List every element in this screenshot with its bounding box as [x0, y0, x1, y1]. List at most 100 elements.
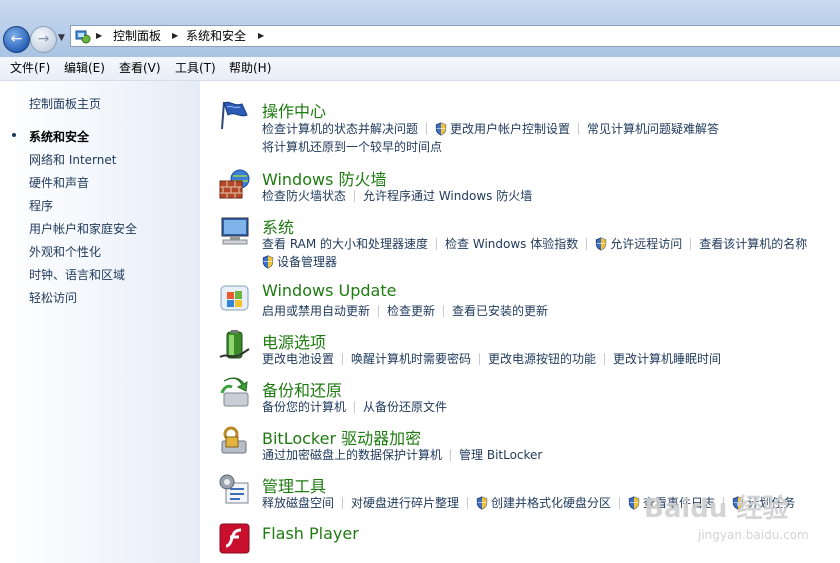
task-link[interactable]: 设备管理器: [262, 253, 337, 270]
task-link-label: 对硬盘进行碎片整理: [351, 496, 460, 510]
task-link-label: 查看该计算机的名称: [699, 237, 808, 251]
task-link-label: 通过加密磁盘上的数据保护计算机: [262, 448, 443, 462]
link-separator: [436, 238, 438, 250]
uac-shield-icon: [596, 237, 607, 251]
computer-icon[interactable]: [218, 214, 251, 247]
link-separator: [467, 497, 469, 509]
task-link[interactable]: 启用或禁用自动更新: [262, 302, 370, 319]
battery-icon[interactable]: [218, 329, 251, 362]
task-link[interactable]: 备份您的计算机: [262, 398, 346, 415]
menu-bar: 文件(F) 编辑(E) 查看(V) 工具(T) 帮助(H): [0, 57, 840, 81]
link-separator: [342, 497, 344, 509]
flash-icon[interactable]: [218, 522, 251, 555]
breadcrumb-arrow-icon[interactable]: ▶: [258, 26, 264, 46]
link-separator: [342, 353, 344, 365]
task-link[interactable]: 检查 Windows 体验指数: [445, 235, 578, 252]
task-link[interactable]: 对硬盘进行碎片整理: [351, 494, 459, 511]
menu-file[interactable]: 文件(F): [10, 57, 50, 80]
sidebar-item-appearance[interactable]: 外观和个性化: [29, 243, 101, 260]
task-links-row: 通过加密磁盘上的数据保护计算机 管理 BitLocker: [262, 446, 542, 462]
link-separator: [619, 497, 621, 509]
task-link[interactable]: 更改用户帐户控制设置: [435, 120, 570, 137]
task-link[interactable]: 检查计算机的状态并解决问题: [262, 120, 418, 137]
current-bullet-icon: [12, 133, 16, 137]
task-links-row: 设备管理器: [262, 253, 337, 269]
task-link[interactable]: 常见计算机问题疑难解答: [587, 120, 719, 137]
task-link-label: 创建并格式化硬盘分区: [491, 496, 612, 510]
task-link[interactable]: 检查更新: [387, 302, 435, 319]
history-dropdown-icon[interactable]: ▼: [58, 32, 68, 44]
task-link-label: 检查更新: [387, 304, 436, 318]
menu-tools[interactable]: 工具(T): [175, 57, 216, 80]
link-separator: [354, 401, 356, 413]
sidebar-item-ease-of-access[interactable]: 轻松访问: [29, 289, 77, 306]
uac-shield-icon: [476, 496, 488, 510]
link-separator: [578, 123, 580, 135]
link-separator: [479, 353, 481, 365]
breadcrumb-system-security[interactable]: 系统和安全: [186, 26, 246, 46]
sidebar-item-clock-region[interactable]: 时钟、语言和区域: [29, 266, 125, 283]
breadcrumb-arrow-icon[interactable]: ▶: [96, 26, 102, 46]
sidebar-item-users[interactable]: 用户帐户和家庭安全: [29, 220, 137, 237]
task-links-row: 检查计算机的状态并解决问题 更改用户帐户控制设置 常见计算机问题疑难解答: [262, 120, 719, 136]
task-link[interactable]: 管理 BitLocker: [459, 446, 542, 463]
task-link-label: 从备份还原文件: [363, 400, 448, 414]
task-link-label: 唤醒计算机时需要密码: [351, 352, 472, 366]
task-link-label: 查看 RAM 的大小和处理器速度: [262, 237, 429, 251]
control-panel-icon: [75, 30, 91, 44]
task-link[interactable]: 从备份还原文件: [363, 398, 447, 415]
task-link-label: 检查计算机的状态并解决问题: [262, 122, 419, 136]
task-link[interactable]: 更改电池设置: [262, 350, 334, 367]
back-button[interactable]: ←: [3, 26, 30, 53]
task-link-label: 更改电源按钮的功能: [488, 352, 597, 366]
menu-edit[interactable]: 编辑(E): [64, 57, 105, 80]
link-separator: [426, 123, 428, 135]
windows-update-icon[interactable]: [218, 281, 251, 314]
task-link[interactable]: 更改电源按钮的功能: [488, 350, 596, 367]
flag-icon[interactable]: [218, 99, 251, 132]
task-link-label: 检查防火墙状态: [262, 189, 347, 203]
task-link[interactable]: 通过加密磁盘上的数据保护计算机: [262, 446, 442, 463]
category-title[interactable]: 操作中心: [262, 98, 326, 122]
task-link[interactable]: 将计算机还原到一个较早的时间点: [262, 138, 442, 155]
task-link[interactable]: 允许远程访问: [595, 235, 682, 252]
sidebar-item-network[interactable]: 网络和 Internet: [29, 151, 116, 168]
task-link[interactable]: 查看 RAM 的大小和处理器速度: [262, 235, 428, 252]
menu-view[interactable]: 查看(V): [119, 57, 161, 80]
sidebar: 控制面板主页 系统和安全 网络和 Internet 硬件和声音 程序 用户帐户和…: [0, 81, 200, 563]
address-bar[interactable]: ▶ 控制面板 ▶ 系统和安全 ▶: [70, 25, 840, 47]
task-link[interactable]: 更改计算机睡眠时间: [613, 350, 721, 367]
task-link[interactable]: 唤醒计算机时需要密码: [351, 350, 471, 367]
task-link[interactable]: 检查防火墙状态: [262, 187, 346, 204]
sidebar-item-programs[interactable]: 程序: [29, 197, 53, 214]
breadcrumb-arrow-icon[interactable]: ▶: [172, 26, 178, 46]
watermark-logo: Baidu 经验: [644, 494, 789, 524]
backup-icon[interactable]: [218, 377, 251, 410]
task-link-label: 更改计算机睡眠时间: [613, 352, 722, 366]
task-link[interactable]: 释放磁盘空间: [262, 494, 334, 511]
task-link-label: 常见计算机问题疑难解答: [587, 122, 720, 136]
task-link-label: 允许程序通过 Windows 防火墙: [363, 189, 533, 203]
task-link[interactable]: 查看已安装的更新: [452, 302, 548, 319]
task-link-label: 释放磁盘空间: [262, 496, 335, 510]
forward-button[interactable]: →: [30, 26, 57, 53]
uac-shield-icon: [435, 122, 447, 136]
task-links-row: 备份您的计算机 从备份还原文件: [262, 398, 447, 414]
category-title[interactable]: Windows Update: [262, 281, 396, 300]
link-separator: [354, 190, 356, 202]
task-link[interactable]: 查看该计算机的名称: [699, 235, 807, 252]
sidebar-item-hardware[interactable]: 硬件和声音: [29, 174, 89, 191]
menu-help[interactable]: 帮助(H): [229, 57, 271, 80]
task-link-label: 将计算机还原到一个较早的时间点: [262, 140, 443, 154]
bitlocker-icon[interactable]: [218, 425, 251, 458]
breadcrumb-control-panel[interactable]: 控制面板: [113, 26, 161, 46]
sidebar-item-home[interactable]: 控制面板主页: [29, 95, 101, 112]
task-links-row: 更改电池设置 唤醒计算机时需要密码 更改电源按钮的功能 更改计算机睡眠时间: [262, 350, 721, 366]
task-link-label: 设备管理器: [277, 255, 338, 269]
category-title[interactable]: Flash Player: [262, 524, 359, 543]
admin-tools-icon[interactable]: [218, 473, 251, 506]
task-link[interactable]: 允许程序通过 Windows 防火墙: [363, 187, 532, 204]
task-link[interactable]: 创建并格式化硬盘分区: [476, 494, 611, 511]
firewall-icon[interactable]: [218, 167, 251, 200]
link-separator: [690, 238, 692, 250]
